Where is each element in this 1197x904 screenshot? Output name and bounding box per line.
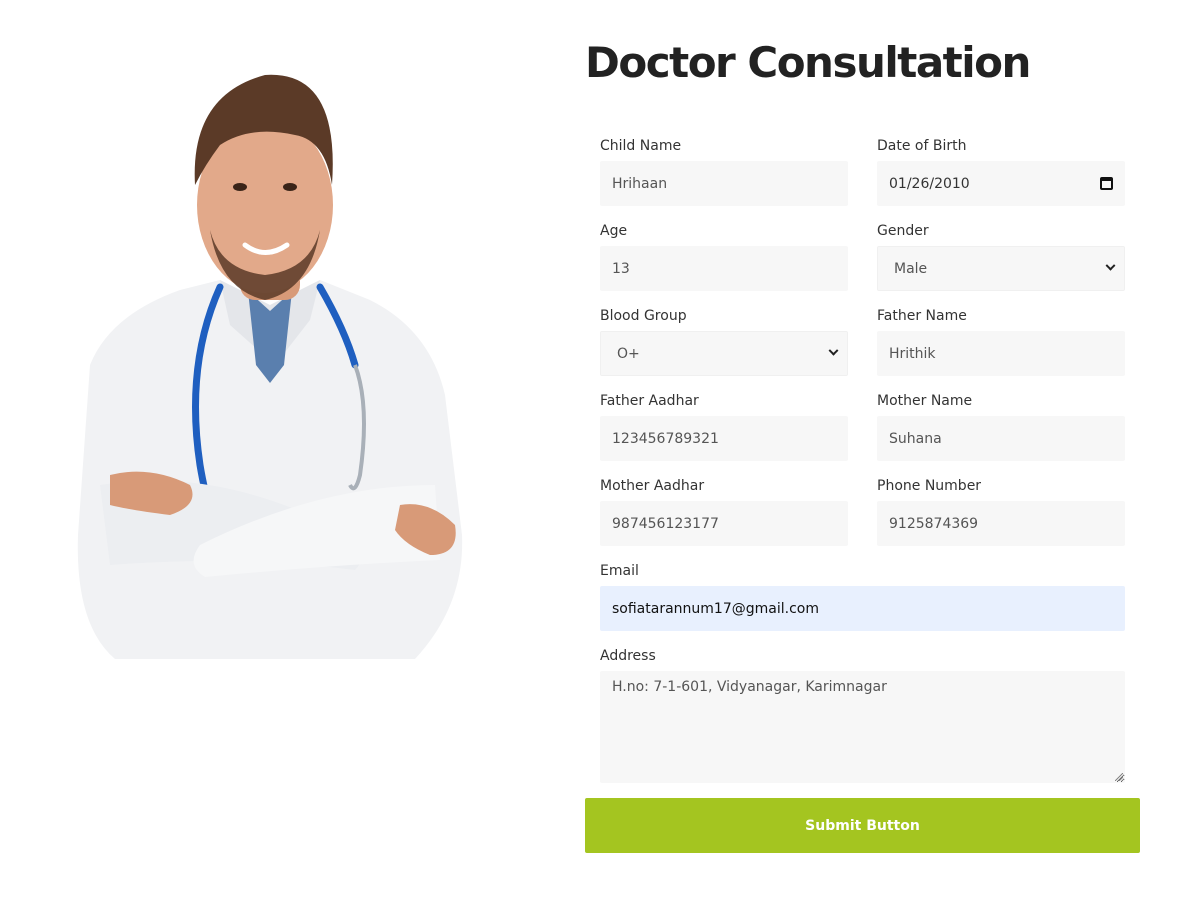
age-field: Age — [600, 221, 848, 306]
phone-number-field: Phone Number — [877, 476, 1125, 561]
submit-button[interactable]: Submit Button — [585, 798, 1140, 853]
doctor-illustration — [77, 74, 463, 659]
mother-name-label: Mother Name — [877, 393, 973, 409]
dob-input[interactable]: 01/26/2010 — [877, 161, 1125, 206]
consultation-page: Doctor Consultation Child Name Date of B… — [0, 0, 1197, 904]
address-wrapper: H.no: 7-1-601, Vidyanagar, Karimnagar — [600, 671, 1125, 783]
mother-aadhar-input[interactable] — [600, 501, 848, 546]
mother-aadhar-field: Mother Aadhar — [600, 476, 848, 561]
mother-name-field: Mother Name — [877, 391, 1125, 476]
gender-label: Gender — [877, 223, 929, 239]
father-name-label: Father Name — [877, 308, 967, 324]
father-aadhar-input[interactable] — [600, 416, 848, 461]
address-row: Address H.no: 7-1-601, Vidyanagar, Karim… — [600, 646, 1125, 783]
age-input[interactable] — [600, 246, 848, 291]
child-name-label: Child Name — [600, 138, 682, 154]
form-row: Child Name Date of Birth 01/26/2010 — [600, 136, 1125, 221]
child-name-input[interactable] — [600, 161, 848, 206]
page-title: Doctor Consultation — [585, 38, 1031, 87]
dob-value: 01/26/2010 — [889, 175, 970, 192]
address-label: Address — [600, 648, 656, 664]
father-aadhar-label: Father Aadhar — [600, 393, 699, 409]
child-name-field: Child Name — [600, 136, 848, 221]
dob-label: Date of Birth — [877, 138, 967, 154]
address-textarea[interactable]: H.no: 7-1-601, Vidyanagar, Karimnagar — [600, 671, 1125, 783]
consultation-form: Child Name Date of Birth 01/26/2010 Age … — [600, 136, 1125, 783]
blood-group-field: Blood Group O+ — [600, 306, 848, 391]
resize-handle-icon[interactable] — [1115, 773, 1123, 781]
form-row: Mother Aadhar Phone Number — [600, 476, 1125, 561]
form-row: Age Gender Male — [600, 221, 1125, 306]
father-name-field: Father Name — [877, 306, 1125, 391]
chevron-down-icon — [1105, 260, 1116, 271]
mother-name-input[interactable] — [877, 416, 1125, 461]
email-field: Email — [600, 561, 1125, 646]
gender-select[interactable]: Male — [877, 246, 1125, 291]
mother-aadhar-label: Mother Aadhar — [600, 478, 705, 494]
form-row: Email — [600, 561, 1125, 646]
age-label: Age — [600, 223, 628, 239]
form-row: Blood Group O+ Father Name — [600, 306, 1125, 391]
dob-field: Date of Birth 01/26/2010 — [877, 136, 1125, 221]
father-name-input[interactable] — [877, 331, 1125, 376]
blood-group-label: Blood Group — [600, 308, 687, 324]
email-input[interactable] — [600, 586, 1125, 631]
phone-number-label: Phone Number — [877, 478, 982, 494]
chevron-down-icon — [828, 345, 839, 356]
blood-group-select[interactable]: O+ — [600, 331, 848, 376]
phone-number-input[interactable] — [877, 501, 1125, 546]
gender-field: Gender Male — [877, 221, 1125, 306]
doctor-image — [70, 65, 470, 660]
gender-value: Male — [894, 260, 928, 277]
email-label: Email — [600, 563, 639, 579]
form-row: Father Aadhar Mother Name — [600, 391, 1125, 476]
calendar-icon[interactable] — [1100, 177, 1113, 190]
father-aadhar-field: Father Aadhar — [600, 391, 848, 476]
blood-group-value: O+ — [617, 345, 640, 362]
address-field: Address H.no: 7-1-601, Vidyanagar, Karim… — [600, 646, 1125, 783]
